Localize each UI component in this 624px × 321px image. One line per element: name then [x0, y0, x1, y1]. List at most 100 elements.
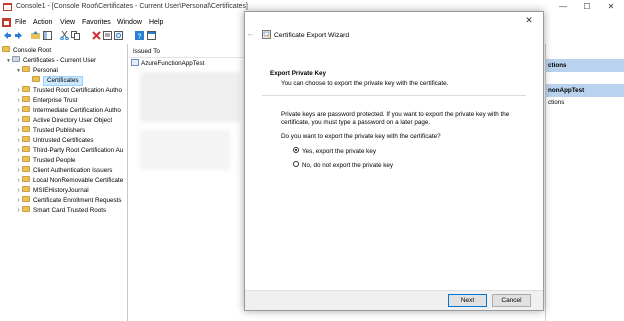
column-header-issued-to[interactable]: Issued To [129, 46, 249, 58]
menu-help[interactable]: Help [149, 19, 163, 26]
tree-item-folder[interactable]: › Third-Party Root Certification Au [2, 146, 127, 156]
mmc-window: Console1 - [Console Root\Certificates - … [0, 0, 624, 321]
actions-spacer [546, 44, 624, 59]
radio-export-key-yes[interactable]: Yes, export the private key [293, 147, 376, 155]
mmc-app-icon [3, 3, 12, 11]
tree-item-folder[interactable]: › Certificate Enrollment Requests [2, 196, 127, 206]
next-button[interactable]: Next [448, 294, 487, 307]
actions-item[interactable]: ctions [546, 97, 624, 108]
chevron-right-icon[interactable]: › [15, 106, 22, 116]
list-item[interactable]: AzureFunctionAppTest [131, 58, 245, 69]
chevron-right-icon[interactable]: › [15, 196, 22, 206]
chevron-right-icon[interactable]: › [15, 116, 22, 126]
actions-blank [546, 72, 624, 84]
certificate-wizard-icon [262, 30, 271, 39]
radio-button-selected[interactable] [293, 147, 299, 154]
chevron-right-icon[interactable]: › [15, 186, 22, 196]
tree-item-folder[interactable]: › Local NonRemovable Certificate [2, 176, 127, 186]
chevron-right-icon[interactable]: › [15, 146, 22, 156]
chevron-right-icon[interactable]: › [15, 136, 22, 146]
step-title: Export Private Key [270, 70, 326, 77]
export-question: Do you want to export the private key wi… [281, 133, 441, 140]
tree-item-folder[interactable]: › Untrusted Certificates [2, 136, 127, 146]
folder-icon [22, 136, 30, 143]
tree-label: Intermediate Certification Autho [33, 107, 121, 114]
folder-icon [22, 126, 30, 133]
folder-icon [22, 156, 30, 163]
tree-item-folder[interactable]: › Client Authentication Issuers [2, 166, 127, 176]
menu-action[interactable]: Action [33, 19, 52, 26]
tree-item-folder[interactable]: › Active Directory User Object [2, 116, 127, 126]
copy-icon[interactable] [71, 31, 80, 40]
help-icon[interactable]: ? [135, 31, 144, 41]
up-folder-icon[interactable] [31, 31, 40, 40]
chevron-right-icon[interactable]: › [15, 126, 22, 136]
dialog-close-button[interactable]: ✕ [523, 14, 535, 26]
chevron-down-icon[interactable]: ▼ [5, 56, 12, 66]
svg-text:?: ? [138, 34, 142, 41]
cut-icon[interactable] [60, 30, 69, 41]
certificate-export-wizard-dialog [244, 11, 544, 311]
console-menu-icon[interactable] [2, 18, 11, 27]
wizard-title: Certificate Export Wizard [274, 32, 350, 39]
list-item-label: AzureFunctionAppTest [141, 60, 205, 67]
console-icon[interactable] [147, 31, 156, 40]
explanation-line-1: Private keys are password protected. If … [281, 111, 510, 118]
folder-icon [22, 66, 30, 73]
tree-item-certificates-current-user[interactable]: ▼ Certificates - Current User [2, 56, 127, 66]
cancel-button[interactable]: Cancel [492, 294, 531, 307]
chevron-down-icon[interactable]: ▼ [15, 66, 22, 76]
chevron-right-icon[interactable]: › [15, 176, 22, 186]
menu-view[interactable]: View [60, 19, 75, 26]
folder-icon [22, 96, 30, 103]
chevron-right-icon[interactable]: › [15, 86, 22, 96]
radio-button[interactable] [293, 161, 299, 168]
show-tree-icon[interactable] [43, 31, 52, 40]
radio-export-key-no[interactable]: No, do not export the private key [293, 161, 393, 169]
step-description: You can choose to export the private key… [281, 80, 449, 87]
folder-icon [22, 176, 30, 183]
tree-item-certificates[interactable]: Certificates [2, 76, 127, 86]
tree-item-folder[interactable]: › Smart Card Trusted Roots [2, 206, 127, 216]
explanation-text: Private keys are password protected. If … [281, 111, 521, 127]
tree-folder-list: › Trusted Root Certification Autho › Enterp… [2, 86, 127, 216]
actions-header[interactable]: ctions [546, 59, 624, 72]
chevron-right-icon[interactable]: › [15, 156, 22, 166]
tree-label-selected: Certificates [43, 76, 83, 86]
tree-item-folder[interactable]: › Intermediate Certification Autho [2, 106, 127, 116]
chevron-right-icon[interactable]: › [15, 166, 22, 176]
window-title: Console1 - [Console Root\Certificates - … [16, 3, 248, 10]
tree-item-folder[interactable]: › Enterprise Trust [2, 96, 127, 106]
close-window-button[interactable]: ✕ [604, 2, 618, 12]
tree-item-folder[interactable]: › Trusted Root Certification Autho [2, 86, 127, 96]
tree-label: Untrusted Certificates [33, 137, 94, 144]
tree-label: MSIEHistoryJournal [33, 187, 89, 194]
forward-icon[interactable] [14, 31, 23, 40]
back-icon[interactable] [3, 31, 12, 40]
tree-label: Personal [33, 67, 58, 74]
chevron-right-icon[interactable]: › [15, 206, 22, 216]
menu-file[interactable]: File [15, 19, 26, 26]
folder-icon [22, 86, 30, 93]
tree-item-folder[interactable]: › Trusted Publishers [2, 126, 127, 136]
tree-item-folder[interactable]: › Trusted People [2, 156, 127, 166]
tree-item-personal[interactable]: ▼ Personal [2, 66, 127, 76]
folder-icon [22, 196, 30, 203]
back-arrow-icon[interactable]: ← [247, 31, 254, 38]
tree-item-folder[interactable]: › MSIEHistoryJournal [2, 186, 127, 196]
maximize-button[interactable]: ☐ [580, 2, 594, 12]
folder-icon [22, 186, 30, 193]
properties-icon[interactable] [103, 31, 112, 40]
delete-icon[interactable] [92, 31, 101, 40]
tree-label: Console Root [13, 47, 52, 54]
actions-header-selected-item[interactable]: nonAppTest [546, 84, 624, 97]
blurred-content [140, 130, 230, 170]
minimize-button[interactable]: — [556, 2, 570, 12]
tree-label: Trusted People [33, 157, 76, 164]
folder-icon [22, 166, 30, 173]
menu-window[interactable]: Window [117, 19, 142, 26]
tree-item-console-root[interactable]: Console Root [2, 46, 127, 56]
refresh-icon[interactable] [114, 31, 123, 40]
menu-favorites[interactable]: Favorites [82, 19, 111, 26]
chevron-right-icon[interactable]: › [15, 96, 22, 106]
